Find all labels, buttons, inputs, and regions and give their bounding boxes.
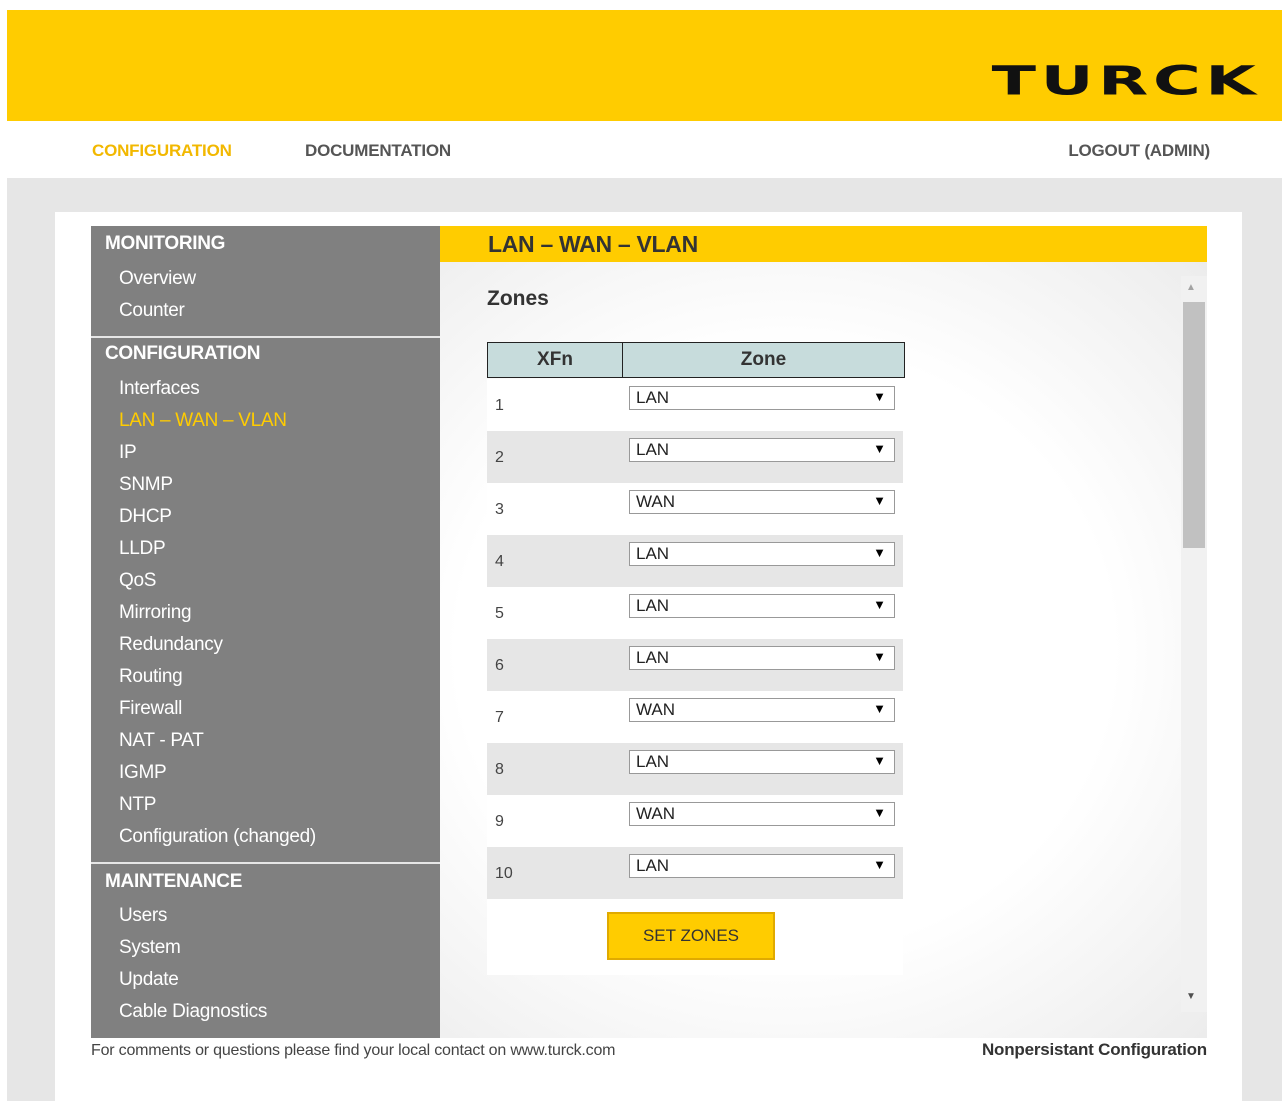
column-header-zone: Zone [622, 342, 905, 378]
sidebar-item-ip[interactable]: IP [119, 442, 137, 464]
logout-link[interactable]: LOGOUT (ADMIN) [1068, 141, 1210, 161]
scroll-up-icon[interactable]: ▲ [1186, 282, 1196, 293]
nav-configuration[interactable]: CONFIGURATION [92, 141, 232, 161]
xfn-number: 1 [495, 397, 504, 414]
sidebar-item-qos[interactable]: QoS [119, 570, 156, 592]
zone-select[interactable]: LAN ▼ [629, 854, 895, 878]
dropdown-arrow-icon: ▼ [873, 701, 886, 716]
dropdown-arrow-icon: ▼ [873, 493, 886, 508]
sidebar-item-cable-diagnostics[interactable]: Cable Diagnostics [119, 1001, 267, 1023]
zone-select[interactable]: LAN ▼ [629, 646, 895, 670]
table-row: 9 WAN ▼ [487, 795, 903, 847]
zone-select[interactable]: WAN ▼ [629, 802, 895, 826]
xfn-number: 5 [495, 605, 504, 622]
sidebar-item-counter[interactable]: Counter [119, 300, 185, 322]
sidebar-item-nat-pat[interactable]: NAT - PAT [119, 730, 204, 752]
scroll-down-icon[interactable]: ▼ [1186, 991, 1196, 1002]
zone-select-value: WAN [636, 804, 676, 823]
zone-select-value: WAN [636, 492, 676, 511]
zone-select-value: LAN [636, 648, 670, 667]
dropdown-arrow-icon: ▼ [873, 389, 886, 404]
section-title: Zones [487, 287, 549, 310]
sidebar-item-system[interactable]: System [119, 937, 181, 959]
sidebar-section-configuration: CONFIGURATION [105, 343, 261, 364]
zone-select-value: LAN [636, 752, 670, 771]
table-row: 8 LAN ▼ [487, 743, 903, 795]
zone-select[interactable]: LAN ▼ [629, 438, 895, 462]
zone-select[interactable]: WAN ▼ [629, 490, 895, 514]
sidebar-item-firewall[interactable]: Firewall [119, 698, 182, 720]
sidebar-section-monitoring: MONITORING [105, 233, 226, 254]
config-status: Nonpersistant Configuration [981, 1040, 1207, 1059]
dropdown-arrow-icon: ▼ [873, 805, 886, 820]
table-row: 3 WAN ▼ [487, 483, 903, 535]
sidebar-divider [91, 336, 440, 338]
nav-documentation[interactable]: DOCUMENTATION [305, 141, 451, 161]
sidebar-item-interfaces[interactable]: Interfaces [119, 378, 200, 400]
dropdown-arrow-icon: ▼ [873, 597, 886, 612]
table-row: 5 LAN ▼ [487, 587, 903, 639]
sidebar-item-lan-wan-vlan[interactable]: LAN – WAN – VLAN [119, 410, 287, 432]
zone-select-value: LAN [636, 544, 670, 563]
sidebar-item-dhcp[interactable]: DHCP [119, 506, 172, 528]
zone-select[interactable]: WAN ▼ [629, 698, 895, 722]
sidebar-item-routing[interactable]: Routing [119, 666, 183, 688]
sidebar-item-mirroring[interactable]: Mirroring [119, 602, 192, 624]
sidebar-item-redundancy[interactable]: Redundancy [119, 634, 223, 656]
xfn-number: 10 [495, 865, 513, 882]
table-row: 4 LAN ▼ [487, 535, 903, 587]
header-banner: TURCK [7, 10, 1282, 121]
table-row: 7 WAN ▼ [487, 691, 903, 743]
xfn-number: 7 [495, 709, 504, 726]
table-row: 6 LAN ▼ [487, 639, 903, 691]
sidebar-item-snmp[interactable]: SNMP [119, 474, 173, 496]
scrollbar-thumb[interactable] [1183, 302, 1205, 548]
dropdown-arrow-icon: ▼ [873, 441, 886, 456]
column-header-xfn: XFn [487, 342, 623, 378]
button-row: SET ZONES [487, 899, 903, 975]
dropdown-arrow-icon: ▼ [873, 753, 886, 768]
sidebar-item-ntp[interactable]: NTP [119, 794, 156, 816]
footer-contact-text: For comments or questions please find yo… [91, 1042, 616, 1059]
xfn-number: 8 [495, 761, 504, 778]
sidebar-section-maintenance: MAINTENANCE [105, 871, 243, 892]
table-row: 1 LAN ▼ [487, 379, 903, 431]
zone-select-value: LAN [636, 388, 670, 407]
table-row: 2 LAN ▼ [487, 431, 903, 483]
sidebar-item-users[interactable]: Users [119, 905, 167, 927]
zone-select-value: LAN [636, 596, 670, 615]
content-header: LAN – WAN – VLAN [440, 226, 1207, 262]
sidebar: MONITORING Overview Counter CONFIGURATIO… [91, 226, 440, 1038]
zone-select[interactable]: LAN ▼ [629, 750, 895, 774]
sidebar-item-overview[interactable]: Overview [119, 268, 196, 290]
zone-select-value: WAN [636, 700, 676, 719]
xfn-number: 3 [495, 501, 504, 518]
sidebar-item-igmp[interactable]: IGMP [119, 762, 167, 784]
sidebar-item-update[interactable]: Update [119, 969, 179, 991]
content-area: Zones XFn Zone 1 LAN ▼ 2 LAN ▼ 3 WAN ▼ 4… [440, 262, 1207, 1038]
xfn-number: 2 [495, 449, 504, 466]
dropdown-arrow-icon: ▼ [873, 545, 886, 560]
table-row: 10 LAN ▼ [487, 847, 903, 899]
set-zones-button[interactable]: SET ZONES [607, 912, 775, 960]
sidebar-divider [91, 862, 440, 864]
sidebar-item-configuration-changed[interactable]: Configuration (changed) [119, 826, 316, 848]
xfn-number: 6 [495, 657, 504, 674]
dropdown-arrow-icon: ▼ [873, 649, 886, 664]
top-navigation: CONFIGURATION DOCUMENTATION LOGOUT (ADMI… [7, 121, 1282, 178]
page-title: LAN – WAN – VLAN [488, 231, 698, 257]
turck-logo: TURCK [991, 57, 1260, 104]
zone-select[interactable]: LAN ▼ [629, 594, 895, 618]
zone-select[interactable]: LAN ▼ [629, 542, 895, 566]
zone-select[interactable]: LAN ▼ [629, 386, 895, 410]
zone-select-value: LAN [636, 440, 670, 459]
xfn-number: 4 [495, 553, 504, 570]
sidebar-item-lldp[interactable]: LLDP [119, 538, 166, 560]
zone-select-value: LAN [636, 856, 670, 875]
xfn-number: 9 [495, 813, 504, 830]
dropdown-arrow-icon: ▼ [873, 857, 886, 872]
